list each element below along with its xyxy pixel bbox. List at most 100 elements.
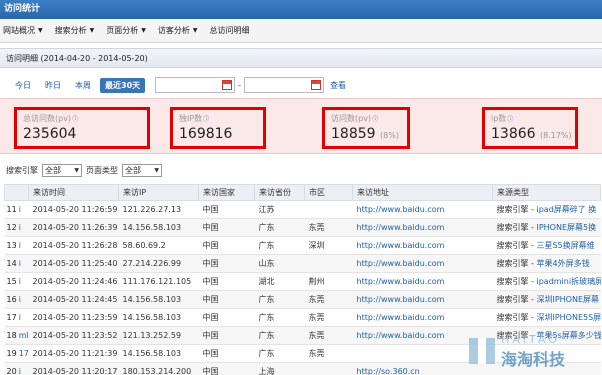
- visit-url[interactable]: http://www.baidu.com: [352, 272, 493, 291]
- stat-label-text: 独IP数: [179, 114, 203, 123]
- source-type: 搜索引擎 - IPHONE屏幕5换: [492, 218, 601, 237]
- visit-time: 2014-05-20 11:23:59: [28, 308, 119, 327]
- source-keyword-link[interactable]: 苹果4外屏多钱: [536, 259, 589, 268]
- visit-province: 广东: [254, 218, 305, 237]
- visit-country: 中国: [198, 308, 255, 327]
- visit-city: 东莞: [304, 344, 353, 363]
- source-type: 搜索引擎 - ipad屏幕碎了 换: [492, 200, 601, 219]
- chevron-down-icon: ▼: [38, 27, 43, 34]
- table-row[interactable]: 15 i 2014-05-20 11:24:46 111.176.121.105 中国湖…: [4, 272, 601, 291]
- stat-percent: (8.17%): [540, 131, 572, 140]
- stat-value: 18859 (8%): [331, 126, 401, 142]
- visit-city: 东莞: [304, 326, 353, 345]
- visit-url[interactable]: http://www.baidu.com: [352, 290, 493, 309]
- visit-ip: 14.156.58.103: [118, 344, 199, 363]
- row-mark: i: [18, 313, 21, 322]
- visit-province: 广东: [254, 326, 305, 345]
- visit-time: 2014-05-20 11:26:39: [28, 218, 119, 237]
- source-prefix: 搜索引擎 -: [496, 295, 537, 304]
- table-header-row: 来访时间 来访IP 来访国家 来访省份 市区 来访地址 来源类型: [4, 184, 601, 201]
- stat-value-text: 13866: [491, 126, 536, 142]
- source-keyword-link[interactable]: IPHONE屏幕5换: [536, 223, 596, 232]
- visit-ip: 14.156.58.103: [118, 308, 199, 327]
- chevron-down-icon: ▼: [89, 27, 95, 34]
- stat-label: 独IP数ⓘ: [179, 113, 257, 124]
- table-row[interactable]: 17 i 2014-05-20 11:23:59 14.156.58.103 中国 广东东…: [4, 308, 601, 327]
- table-row[interactable]: 12 i 2014-05-20 11:26:39 14.156.58.103 中国 广东东…: [4, 218, 601, 237]
- row-mark: ml: [18, 331, 29, 340]
- row-number: 18 ml: [4, 326, 29, 345]
- visit-ip: 58.60.69.2: [118, 236, 199, 255]
- visit-city: 东莞: [304, 308, 353, 327]
- haitao-logo-icon: [469, 338, 495, 364]
- search-engine-select[interactable]: 全部 ▼: [42, 163, 82, 177]
- quick-30days-button[interactable]: 最近30天: [100, 77, 146, 93]
- stat-percent: (8%): [380, 131, 399, 140]
- menu-site-overview[interactable]: 网站概况 ▼: [3, 25, 43, 36]
- source-type: 搜索引擎 - 深圳IPHONE5S屏: [492, 308, 601, 327]
- source-keyword-link[interactable]: 深圳IPHONE屏幕: [536, 295, 599, 304]
- row-number-text: 20: [6, 367, 17, 375]
- column-header: 来访省份: [254, 184, 305, 201]
- visit-url[interactable]: http://www.baidu.com: [352, 308, 493, 327]
- menu-search-analysis[interactable]: 搜索分析 ▼: [55, 25, 95, 36]
- visit-province: 湖北: [254, 272, 305, 291]
- source-keyword-link[interactable]: ipad屏幕碎了 换: [536, 205, 596, 214]
- quick-today-button[interactable]: 今日: [10, 78, 36, 93]
- stat-total-pv: 总访问数(pv)ⓘ 235604: [14, 107, 150, 149]
- row-number: 14 i: [4, 254, 29, 273]
- visit-url[interactable]: http://www.baidu.com: [352, 236, 493, 255]
- visit-ip: 27.214.226.99: [118, 254, 199, 273]
- column-header: [4, 184, 29, 201]
- info-icon[interactable]: ⓘ: [372, 116, 378, 123]
- source-keyword-link[interactable]: 三星S5换屏幕维: [536, 241, 594, 250]
- start-date-input[interactable]: [155, 77, 236, 93]
- chevron-down-icon: ▼: [74, 166, 79, 174]
- calendar-icon[interactable]: [311, 80, 322, 90]
- row-mark: i: [18, 223, 21, 232]
- page-type-select[interactable]: 全部 ▼: [122, 163, 162, 177]
- table-row[interactable]: 14 i 2014-05-20 11:25:40 27.214.226.99 中国 山东 h…: [4, 254, 601, 273]
- stat-value: 235604: [23, 126, 141, 142]
- quick-week-button[interactable]: 本周: [70, 78, 96, 93]
- source-keyword-link[interactable]: 深圳IPHONE5S屏: [536, 313, 600, 322]
- menu-visitor-analysis[interactable]: 访客分析 ▼: [158, 25, 198, 36]
- watermark-en: HAITAO: [501, 332, 560, 346]
- visit-city: 荆州: [304, 272, 353, 291]
- source-prefix: 搜索引擎 -: [496, 241, 537, 250]
- row-number-text: 14: [6, 259, 17, 268]
- row-number-text: 13: [6, 241, 17, 250]
- source-prefix: 搜索引擎 -: [496, 313, 537, 322]
- row-mark: 17: [18, 349, 29, 358]
- info-icon[interactable]: ⓘ: [507, 116, 513, 123]
- menu-page-analysis[interactable]: 页面分析 ▼: [106, 25, 146, 36]
- page-type-label: 页面类型: [86, 165, 118, 175]
- info-icon[interactable]: ⓘ: [203, 116, 209, 123]
- row-number: 11 i: [4, 200, 29, 219]
- info-icon[interactable]: ⓘ: [72, 116, 78, 123]
- calendar-icon[interactable]: [222, 80, 233, 90]
- visit-city: [304, 254, 353, 273]
- visit-country: 中国: [198, 344, 255, 363]
- visit-ip: 121.13.252.59: [118, 326, 199, 345]
- quick-yesterday-button[interactable]: 昨日: [40, 78, 66, 93]
- stat-value-text: 235604: [23, 126, 77, 142]
- row-number: 17 i: [4, 308, 29, 327]
- visit-url[interactable]: http://www.baidu.com: [352, 200, 493, 219]
- end-date-input[interactable]: [244, 77, 325, 93]
- menu-label: 搜索分析: [54, 26, 87, 35]
- visit-time: 2014-05-20 11:24:45: [28, 290, 119, 309]
- source-keyword-link[interactable]: ipadmini拆玻璃屏: [536, 277, 600, 286]
- row-number-text: 19: [6, 349, 17, 358]
- source-type: 搜索引擎 - 苹果4外屏多钱: [492, 254, 601, 273]
- menu-visit-details[interactable]: 总访问明细: [210, 25, 250, 36]
- query-button[interactable]: 查看: [330, 80, 346, 91]
- visit-url[interactable]: http://www.baidu.com: [352, 218, 493, 237]
- source-prefix: 搜索引擎 -: [496, 205, 537, 214]
- table-row[interactable]: 11 i 2014-05-20 11:26:59 121.226.27.13 中国 江苏 h…: [4, 200, 601, 219]
- table-row[interactable]: 13 i 2014-05-20 11:26:28 58.60.69.2 中国 广东 深圳 ht…: [4, 236, 601, 255]
- stat-value-text: 18859: [331, 126, 376, 142]
- visit-url[interactable]: http://www.baidu.com: [352, 254, 493, 273]
- table-row[interactable]: 16 i 2014-05-20 11:24:45 14.156.58.103 中国 广东东…: [4, 290, 601, 309]
- visit-province: 广东: [254, 290, 305, 309]
